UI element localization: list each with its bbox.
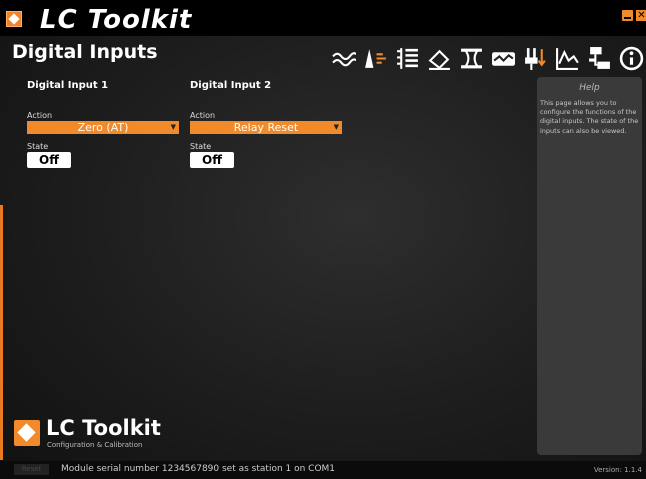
title-bar: LC Toolkit ✕ bbox=[0, 0, 646, 36]
brand-name: LC Toolkit bbox=[46, 416, 161, 440]
reset-button[interactable]: Reset bbox=[14, 464, 49, 475]
brand-tagline: Configuration & Calibration bbox=[47, 441, 143, 449]
eraser-icon[interactable] bbox=[427, 45, 452, 72]
digital-input-1-action-select[interactable]: Zero (AT) ▼ bbox=[27, 121, 179, 134]
status-bar: Reset Module serial number 1234567890 se… bbox=[0, 461, 646, 479]
action-label: Action bbox=[190, 111, 216, 120]
calibrate-icon[interactable] bbox=[363, 45, 388, 72]
digital-input-1-state: Off bbox=[27, 152, 71, 168]
app-logo-icon bbox=[6, 11, 22, 27]
help-title: Help bbox=[579, 83, 600, 93]
state-label: State bbox=[190, 142, 212, 151]
app-window: LC Toolkit ✕ Digital Inputs Digital Inpu… bbox=[0, 0, 646, 479]
help-panel: Help This page allows you to configure t… bbox=[537, 77, 642, 455]
minimize-button[interactable] bbox=[622, 10, 633, 21]
digital-input-2-action-select[interactable]: Relay Reset ▼ bbox=[190, 121, 342, 134]
chevron-down-icon: ▼ bbox=[333, 123, 339, 131]
graph-box-icon[interactable] bbox=[491, 45, 516, 72]
version-label: Version: 1.1.4 bbox=[593, 466, 642, 474]
digital-input-1-title: Digital Input 1 bbox=[27, 80, 109, 91]
left-accent-bar bbox=[0, 205, 3, 460]
page-title: Digital Inputs bbox=[12, 41, 158, 63]
action-label: Action bbox=[27, 111, 53, 120]
filter-icon[interactable] bbox=[459, 45, 484, 72]
help-text: This page allows you to configure the fu… bbox=[540, 99, 639, 135]
info-icon[interactable] bbox=[619, 45, 644, 72]
digital-input-2-state: Off bbox=[190, 152, 234, 168]
chevron-down-icon: ▼ bbox=[170, 123, 176, 131]
toolbar bbox=[331, 45, 646, 75]
digital-input-2-panel: Digital Input 2 Action Relay Reset ▼ Sta… bbox=[190, 80, 345, 168]
action-value: Relay Reset bbox=[233, 121, 299, 134]
digital-input-1-panel: Digital Input 1 Action Zero (AT) ▼ State… bbox=[27, 80, 182, 168]
close-button[interactable]: ✕ bbox=[636, 10, 646, 21]
action-value: Zero (AT) bbox=[77, 121, 129, 134]
digital-input-2-title: Digital Input 2 bbox=[190, 80, 272, 91]
list-settings-icon[interactable] bbox=[395, 45, 420, 72]
app-title: LC Toolkit bbox=[40, 5, 193, 35]
state-label: State bbox=[27, 142, 49, 151]
brand-mark-icon bbox=[14, 420, 40, 446]
network-icon[interactable] bbox=[587, 45, 612, 72]
wave-icon[interactable] bbox=[331, 45, 356, 72]
status-message: Module serial number 1234567890 set as s… bbox=[61, 464, 336, 474]
chart-icon[interactable] bbox=[555, 45, 580, 72]
io-pins-icon[interactable] bbox=[523, 45, 548, 72]
